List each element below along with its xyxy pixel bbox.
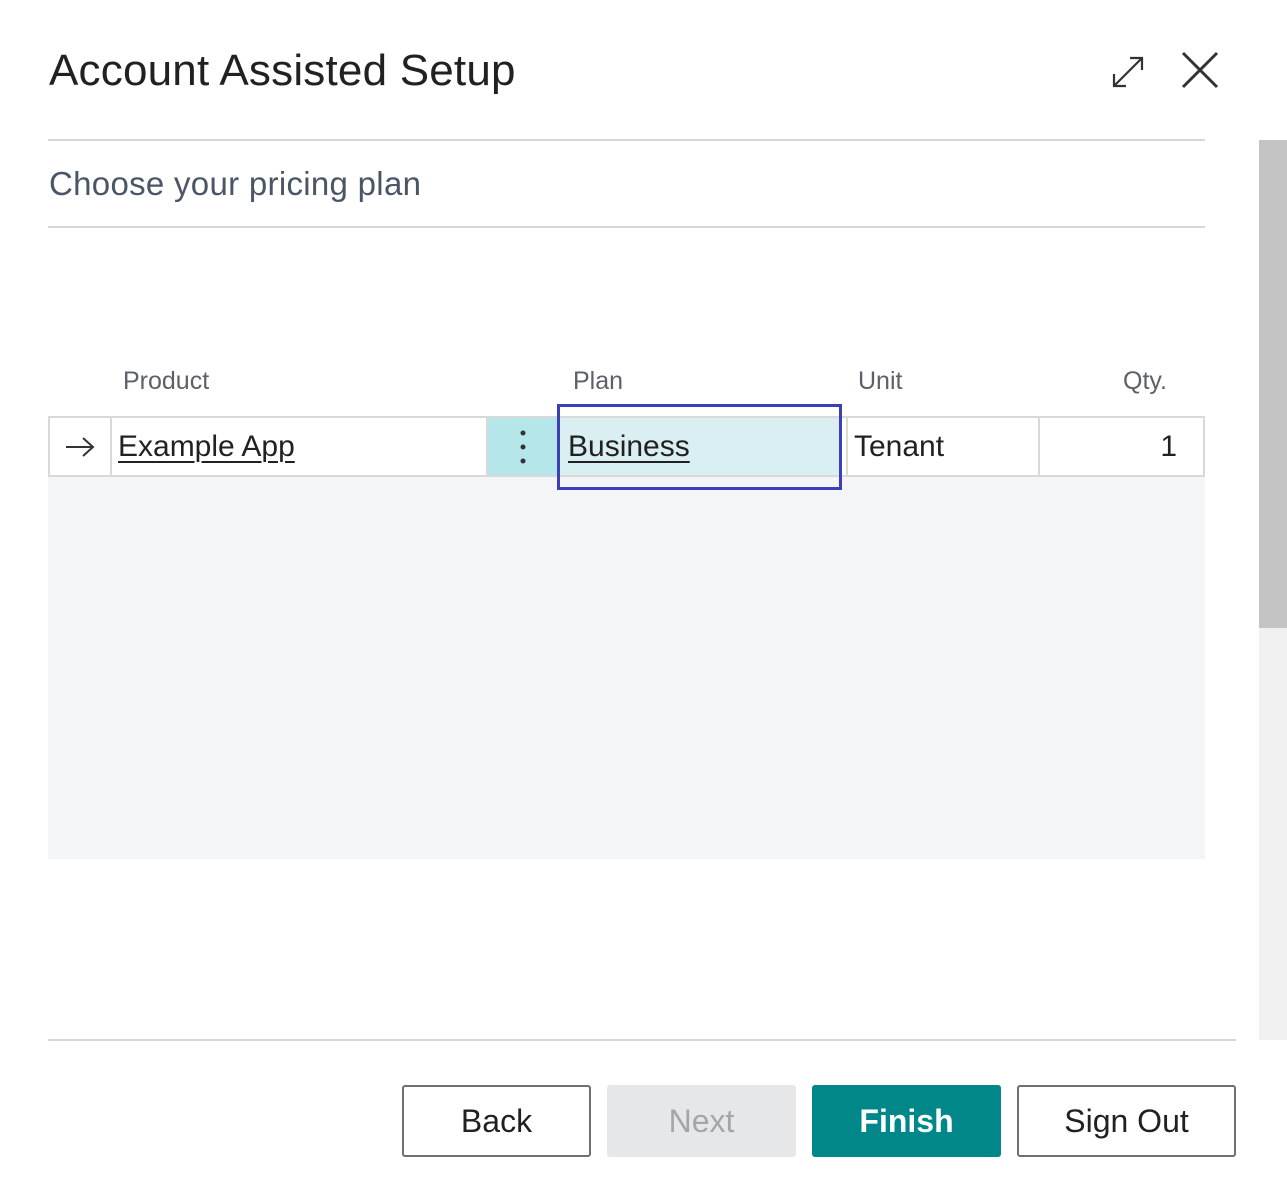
column-header-qty[interactable]: Qty. xyxy=(1040,367,1167,396)
next-button[interactable]: Next xyxy=(607,1085,796,1157)
back-button[interactable]: Back xyxy=(402,1085,591,1157)
column-header-unit[interactable]: Unit xyxy=(858,367,902,396)
footer-divider xyxy=(48,1039,1236,1041)
plan-cell[interactable]: Business xyxy=(560,418,840,475)
table-body xyxy=(48,416,1205,859)
row-indicator[interactable] xyxy=(50,418,112,475)
dialog-title: Account Assisted Setup xyxy=(49,46,516,95)
product-link[interactable]: Example App xyxy=(118,430,295,464)
qty-cell[interactable]: 1 xyxy=(1040,418,1177,475)
unit-cell: Tenant xyxy=(846,418,1040,475)
plan-link[interactable]: Business xyxy=(568,430,690,464)
product-cell: Example App xyxy=(112,418,488,475)
expand-icon xyxy=(1112,56,1144,88)
step-title: Choose your pricing plan xyxy=(49,165,422,202)
header-divider xyxy=(48,139,1205,141)
close-icon xyxy=(1181,51,1219,89)
column-header-product[interactable]: Product xyxy=(123,367,209,396)
finish-button[interactable]: Finish xyxy=(812,1085,1001,1157)
table-row[interactable]: Example App Business Tenant 1 xyxy=(48,416,1205,477)
scrollbar-thumb[interactable] xyxy=(1259,140,1287,628)
close-button[interactable] xyxy=(1178,48,1222,92)
row-actions-button[interactable] xyxy=(488,418,558,475)
column-header-plan[interactable]: Plan xyxy=(573,367,623,396)
more-vertical-icon xyxy=(520,430,526,463)
expand-button[interactable] xyxy=(1108,52,1148,92)
sign-out-button[interactable]: Sign Out xyxy=(1017,1085,1236,1157)
arrow-right-icon xyxy=(66,436,95,457)
step-divider xyxy=(48,226,1205,228)
